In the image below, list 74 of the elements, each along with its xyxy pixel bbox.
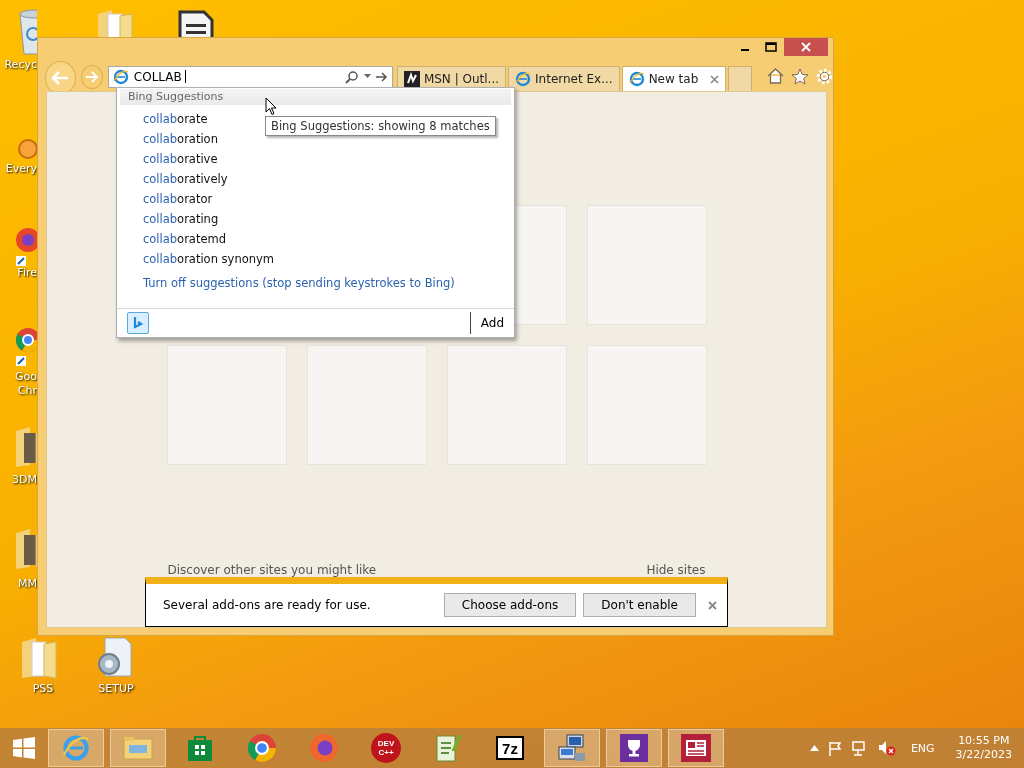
maximize-icon [765,42,777,52]
address-bar[interactable]: COLLAB [107,65,393,88]
suggestion-item[interactable]: collaboration [143,129,218,149]
suggestion-item[interactable]: collaborate [143,109,208,129]
tooltip: Bing Suggestions: showing 8 matches [265,116,496,136]
search-icon[interactable] [344,69,359,84]
address-text: COLLAB [133,69,182,84]
icon-label: 3DM [11,473,37,487]
windows-logo-icon [13,737,35,759]
notepad-icon [435,733,461,763]
caret-icon[interactable] [809,745,819,751]
icon-label: SETUP [97,682,135,696]
mouse-cursor-icon [265,97,277,116]
notification-button[interactable]: Choose add-ons [443,593,577,617]
suggestion-item[interactable]: collaborator [143,189,213,209]
site-tile[interactable] [166,345,287,465]
suggestion-item[interactable]: collaboratemd [143,229,226,249]
ie-icon [628,71,645,87]
icon-label: Fire [16,266,37,280]
suggestion-item[interactable]: collaborative [143,149,218,169]
close-icon [801,42,811,52]
back-arrow-icon [50,69,71,86]
newspaper-icon [681,734,711,762]
star-icon[interactable] [791,68,809,85]
turn-off-suggestions-link[interactable]: Turn off suggestions (stop sending keystrokes to Bing) [143,276,455,290]
hide-sites-link[interactable]: Hide sites [646,563,706,577]
close-icon[interactable] [708,600,717,610]
taskbar-button[interactable]: 7z [482,729,538,767]
icon-label: Goo Chr [14,370,37,398]
seven-zip-icon: 7z [496,736,524,760]
suggestion-item[interactable]: collaborating [143,209,219,229]
site-tile[interactable] [306,345,427,465]
settings-icon[interactable] [816,68,833,85]
suggestion-item[interactable]: collaboration synonym [143,249,275,269]
caret-icon[interactable] [363,74,371,79]
discover-text: Discover other sites you might like [167,563,377,577]
firefox-icon [309,733,339,763]
flag-icon[interactable] [827,740,842,756]
close-tab-icon[interactable] [710,74,720,84]
bing-icon[interactable] [127,312,149,334]
browser-tab[interactable]: Internet Ex... [508,66,620,91]
chrome-icon [247,733,277,763]
icon-label: PSS [31,682,55,696]
taskbar-button[interactable] [668,729,724,767]
dev-cpp-icon: DEV C++ [371,733,401,763]
add-button[interactable]: Add [480,316,504,330]
icon-label: Recyc [3,58,37,72]
forward-arrow-icon [84,70,99,83]
forward-button[interactable] [80,64,103,89]
suggestions-header: Bing Suggestions [120,89,511,105]
muted-speaker-icon[interactable] [877,740,896,756]
site-tile[interactable] [446,345,567,465]
computer-icon [557,733,587,763]
taskbar-button[interactable]: DEV C++ [358,729,414,767]
icon-label: MM [17,577,37,591]
shopping-bag-icon [187,734,213,762]
ie-icon [112,68,129,85]
minimize-icon [741,49,749,51]
notification-message: Several add-ons are ready for use. [163,598,372,612]
taskbar-button[interactable] [544,729,600,767]
go-arrow-icon[interactable] [375,71,388,82]
icon-label: Every [4,162,37,176]
notification-button[interactable]: Don't enable [583,593,696,617]
document-icon[interactable] [178,10,214,37]
suggestion-item[interactable]: collaboratively [143,169,228,189]
close-button[interactable] [784,38,828,56]
folder-icon [123,735,153,761]
home-icon[interactable] [767,68,784,84]
taskbar-button[interactable] [606,729,662,767]
ie-icon [62,734,90,762]
browser-tab[interactable]: New tab [621,66,727,91]
ie-icon [515,71,532,87]
trophy-icon [620,734,648,762]
folder-icon[interactable] [20,636,60,680]
